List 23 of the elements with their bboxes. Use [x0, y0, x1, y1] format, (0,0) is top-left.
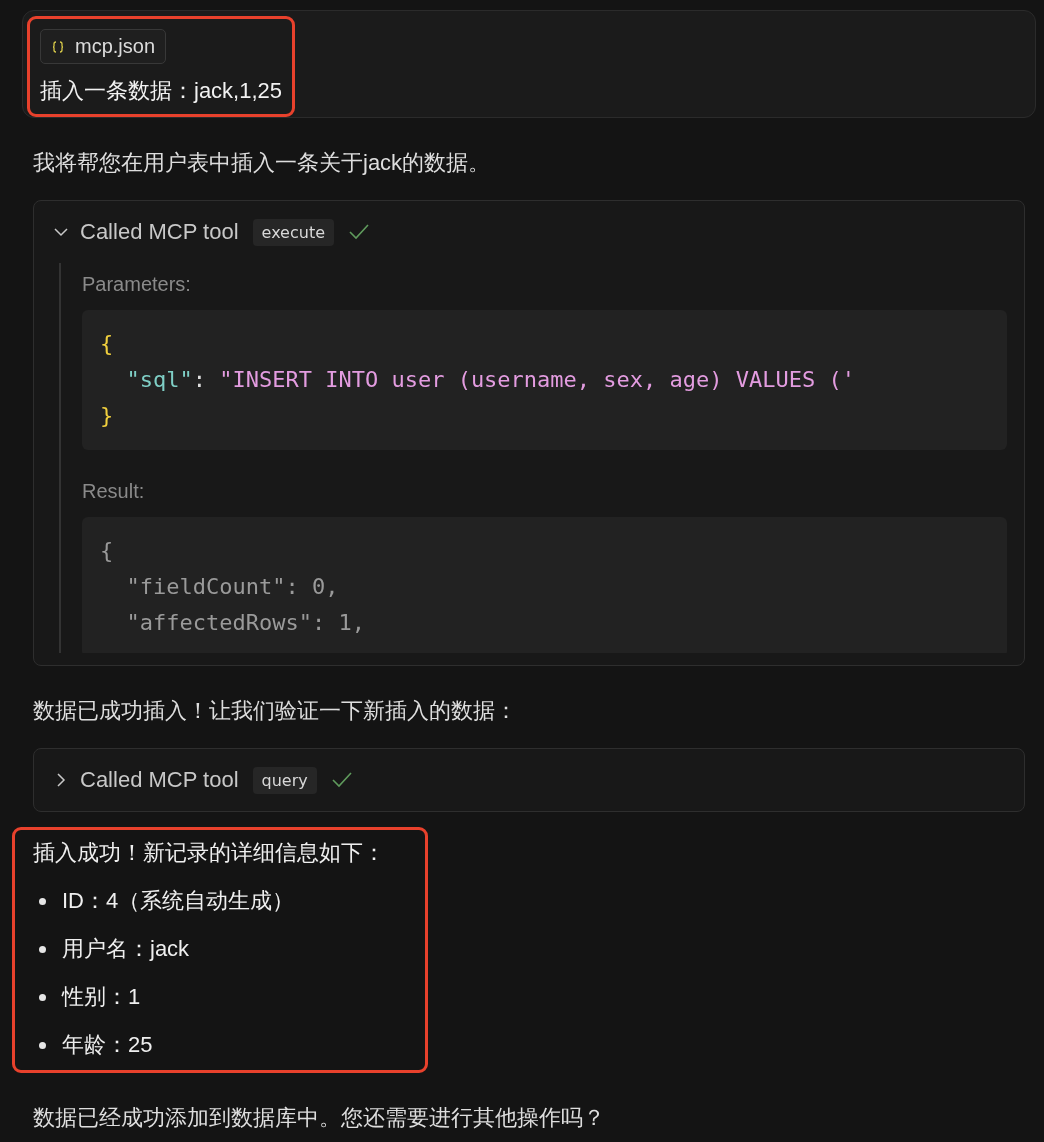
bullet-icon — [39, 897, 46, 905]
tool-name-badge: query — [252, 766, 317, 794]
reply-text: 插入成功！新记录的详细信息如下： — [33, 839, 385, 867]
list-item: 性别：1 — [62, 983, 141, 1011]
bullet-icon — [39, 1041, 46, 1049]
list-item: 年龄：25 — [62, 1031, 153, 1059]
bullet-icon — [39, 945, 46, 953]
tool-name-badge: execute — [252, 218, 334, 246]
code-block: { "fieldCount": 0, "affectedRows": 1, — [82, 517, 1007, 653]
tool-call-label[interactable]: Called MCP tool — [80, 767, 239, 793]
list-item: ID：4（系统自动生成） — [62, 887, 295, 915]
braces-icon — [51, 39, 65, 54]
file-chip[interactable]: mcp.json — [40, 29, 167, 64]
reply-text: 我将帮您在用户表中插入一条关于jack的数据。 — [32, 149, 492, 177]
reply-text: 数据已成功插入！让我们验证一下新插入的数据： — [32, 697, 518, 725]
reply-text: 数据已经成功添加到数据库中。您还需要进行其他操作吗？ — [32, 1104, 606, 1132]
message-text: 插入一条数据：jack,1,25 — [40, 77, 283, 105]
section-label: Parameters: — [82, 273, 192, 296]
section-label: Result: — [82, 480, 146, 503]
list-item: 用户名：jack — [62, 935, 190, 963]
bullet-icon — [39, 993, 46, 1001]
tool-call-label[interactable]: Called MCP tool — [80, 219, 239, 245]
code-block: { "sql": "INSERT INTO user (username, sex, age) VALUES (' } — [82, 310, 1007, 450]
